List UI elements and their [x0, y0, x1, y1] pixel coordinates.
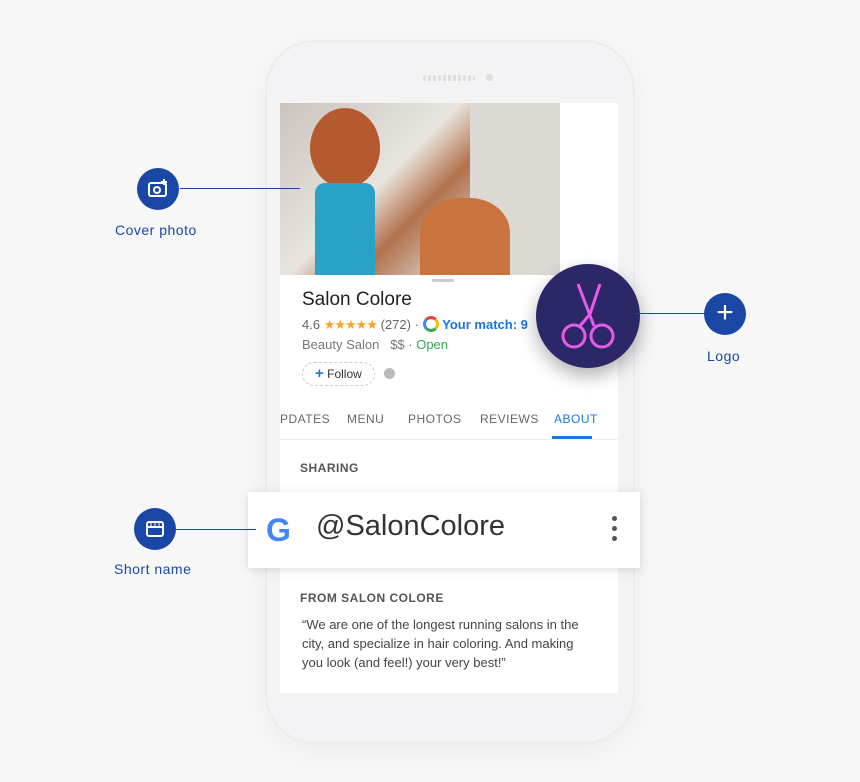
rating-row: 4.6 ★★★★★ (272) · Your match: 9	[302, 316, 528, 332]
google-logo-icon: G	[266, 512, 291, 548]
logo-label: Logo	[707, 348, 741, 364]
tab-bar: PDATES MENU PHOTOS REVIEWS ABOUT	[280, 401, 618, 440]
tab-photos[interactable]: PHOTOS	[408, 412, 461, 426]
match-score: Your match: 9	[442, 317, 528, 332]
price: $$	[390, 337, 405, 352]
rating-value: 4.6	[302, 317, 321, 332]
plus-icon: +	[704, 293, 746, 335]
follow-button[interactable]: + Follow	[302, 362, 375, 386]
match-ring-icon	[422, 316, 439, 332]
from-heading: FROM SALON COLORE	[300, 591, 444, 605]
short-name-label: Short name	[114, 561, 192, 577]
follow-label: Follow	[327, 367, 362, 381]
open-status: Open	[416, 337, 449, 352]
phone-camera	[486, 74, 493, 81]
drag-handle[interactable]	[432, 279, 454, 282]
stylist-body	[315, 183, 375, 275]
logo-connector	[635, 313, 705, 314]
tab-reviews[interactable]: REVIEWS	[480, 412, 539, 426]
short-name: @SalonColore	[316, 510, 506, 542]
category: Beauty Salon	[302, 337, 380, 352]
logo-scissors-icon	[536, 264, 640, 368]
meta-row: Beauty Salon $$ · Open	[302, 337, 449, 352]
tab-menu[interactable]: MENU	[347, 412, 384, 426]
star-icons: ★★★★★	[323, 317, 378, 332]
client-hair	[420, 198, 510, 275]
storefront-icon	[134, 508, 176, 550]
business-name: Salon Colore	[302, 289, 412, 310]
cover-photo-label: Cover photo	[115, 222, 197, 238]
description: “We are one of the longest running salon…	[302, 617, 579, 670]
tab-about[interactable]: ABOUT	[554, 412, 598, 426]
tab-updates[interactable]: PDATES	[280, 412, 330, 426]
camera-add-icon	[137, 168, 179, 210]
info-icon[interactable]	[384, 368, 395, 379]
review-count[interactable]: (272)	[381, 317, 411, 332]
cover-photo[interactable]	[280, 103, 560, 275]
phone-speaker	[423, 75, 475, 81]
more-vert-icon[interactable]	[612, 516, 618, 546]
cover-connector	[180, 188, 300, 189]
sharing-heading: SHARING	[300, 461, 359, 475]
stylist-hair	[310, 108, 380, 188]
active-tab-indicator	[552, 436, 592, 439]
plus-icon: +	[315, 365, 324, 382]
screen: Salon Colore 4.6 ★★★★★ (272) · Your matc…	[280, 103, 618, 693]
short-name-connector	[176, 529, 256, 530]
short-name-bar: G @SalonColore	[248, 492, 640, 568]
